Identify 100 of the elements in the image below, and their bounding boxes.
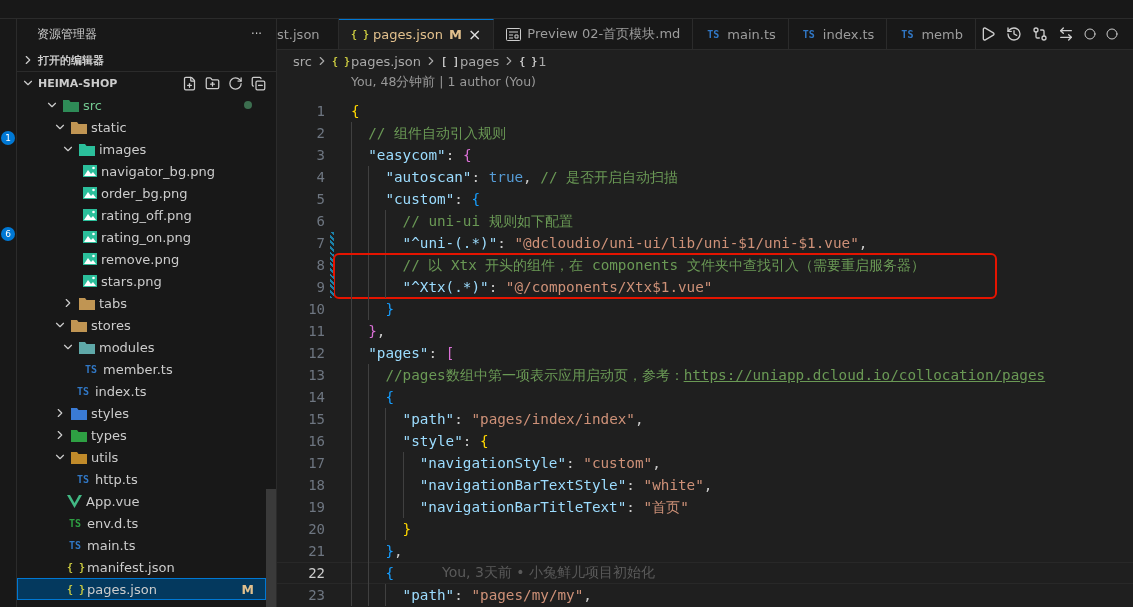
line-number: 11 [307,323,325,339]
new-folder-icon[interactable] [205,75,220,91]
line-number: 14 [307,389,325,405]
tree-item[interactable]: src [17,94,266,116]
link[interactable]: https://uniapp.dcloud.io/collocation/pages [683,367,1046,383]
line-number: 17 [307,455,325,471]
section-header[interactable]: 打开的编辑器 [17,49,276,71]
line-number: 20 [307,521,325,537]
tree-item[interactable]: order_bg.png [17,182,266,204]
file-type-icon: { } [332,55,348,67]
editor-tab[interactable]: TS memb [887,19,976,49]
folder-icon [63,98,79,112]
compare-icon[interactable] [1031,26,1048,42]
modified-dot [244,101,252,109]
file-type-icon: TS [67,539,83,551]
breadcrumb-item[interactable]: src [293,53,312,69]
tree-item[interactable]: stores [17,314,266,336]
codelens[interactable]: You, 48分钟前 | 1 author (You) [351,73,536,91]
new-file-icon[interactable] [182,75,197,91]
folder-icon [71,428,87,442]
tree-item[interactable]: navigator_bg.png [17,160,266,182]
tree-item[interactable]: modules [17,336,266,358]
folder-icon [71,120,87,134]
line-number: 3 [315,147,325,163]
tree-item[interactable]: TS member.ts [17,358,266,380]
history-icon[interactable] [1005,26,1022,42]
tree-item[interactable]: { }manifest.json [17,556,266,578]
breadcrumb-item[interactable]: pages.json [351,53,421,69]
tree-item[interactable]: TS index.ts [17,380,266,402]
file-type-icon: { } [519,55,536,67]
breadcrumb-item[interactable]: 1 [538,53,547,69]
line-number: 2 [315,125,325,141]
tree-item[interactable]: styles [17,402,266,424]
line-number: 23 [307,587,325,603]
tree-item[interactable]: TS main.ts [17,534,266,556]
editor-tab[interactable]: TS index.ts [788,19,888,49]
code-line: "easycom": { [368,147,472,163]
vue-icon [67,494,82,508]
file-type-icon: { } [67,583,83,595]
line-number: 19 [307,499,325,515]
code-line: }, [385,543,403,559]
tree-item[interactable]: remove.png [17,248,266,270]
image-file-icon [83,209,97,221]
tree-item[interactable]: { }pages.json M [17,578,266,600]
tree-item[interactable]: utils [17,446,266,468]
folder-icon [71,450,87,464]
code-line: } [402,521,412,537]
scrollbar[interactable] [266,489,276,607]
code-line: // uni-ui 规则如下配置 [402,211,573,231]
image-file-icon [83,253,97,265]
tree-item[interactable]: rating_on.png [17,226,266,248]
tree-item[interactable]: rating_off.png [17,204,266,226]
code-line: "^Xtx(.*)": "@/components/Xtx$1.vue" [402,279,713,295]
code-text: { [385,565,394,581]
image-file-icon [83,187,97,199]
line-number: 15 [307,411,325,427]
circle-icon[interactable] [1083,28,1096,40]
tree-item[interactable]: images [17,138,266,160]
collapse-icon[interactable] [251,75,266,91]
project-title[interactable]: HEIMA-SHOP [38,76,118,90]
code-line: { [385,389,394,405]
tree-item[interactable]: static [17,116,266,138]
more-actions[interactable]: ··· [251,27,262,41]
code-line: "navigationBarTitleText": "首页" [419,497,689,517]
tree-item[interactable]: tabs [17,292,266,314]
close-button[interactable]: × [467,25,482,44]
line-number: 13 [307,367,325,383]
circle-icon[interactable] [1105,28,1118,40]
tree-item[interactable]: types [17,424,266,446]
folder-icon [79,296,95,310]
line-number: 21 [307,543,325,559]
tree-item[interactable]: TS env.d.ts [17,512,266,534]
notification-badge: 6 [1,227,15,241]
image-file-icon [83,231,97,243]
folder-icon [71,318,87,332]
git-status: M [448,27,462,42]
code-line: "path": "pages/my/my", [402,587,592,603]
editor-tab[interactable]: { } pages.json M × [339,19,495,49]
code-line: } [385,301,394,317]
file-type-icon: TS [705,28,722,40]
editor-tab[interactable]: Preview 02-首页模块.md [494,19,694,49]
code-line: "custom": { [385,191,481,207]
breadcrumb-item[interactable]: pages [459,53,500,69]
code-line: "navigationStyle": "custom", [419,455,661,471]
line-number: 12 [307,345,325,361]
code-line: "path": "pages/index/index", [402,411,644,427]
notification-badge: 1 [1,131,15,145]
tree-item[interactable]: TS http.ts [17,468,266,490]
arrows-icon[interactable] [1057,26,1074,42]
code-line: "navigationBarTextStyle": "white", [419,477,713,493]
tree-item[interactable]: App.vue [17,490,266,512]
line-number: 6 [315,213,325,229]
code-text: //pages数组中第一项表示应用启动页，参考： [385,365,684,385]
file-type-icon: [ ] [440,55,457,67]
tree-item[interactable]: stars.png [17,270,266,292]
folder-icon [79,340,95,354]
preview-icon [506,27,522,41]
line-number: 22 [307,565,325,581]
editor-tab[interactable]: TS main.ts [693,19,789,49]
refresh-icon[interactable] [228,75,243,91]
